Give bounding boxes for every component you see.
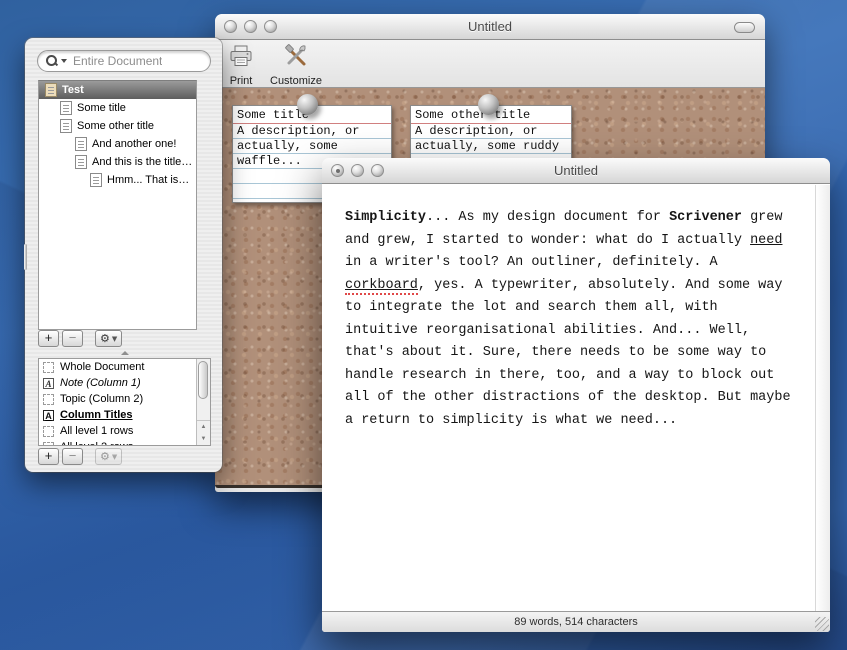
window-title: Untitled [215,19,765,34]
text-line: that's about it. Sure, there needs to be… [345,342,803,365]
styles-scrollbar[interactable]: ▲ ▼ [196,359,210,445]
text-line: a return to simplicity is what we need..… [345,410,803,433]
text-line: and grew, I started to wonder: what do I… [345,230,803,253]
word-count-text: 89 words, 514 characters [514,616,638,628]
style-list-item[interactable]: Topic (Column 2) [39,391,196,407]
style-list-item[interactable]: All level 2 rows [39,439,196,445]
card-line: actually, some [233,139,391,154]
checkbox[interactable] [43,394,54,405]
printer-icon [228,43,254,74]
text-line: to integrate the lot and search them all… [345,297,803,320]
tree-item-label: Hmm... That is… [107,174,189,186]
remove-button[interactable]: − [62,448,83,465]
document-icon [90,173,102,187]
styles-toolbar: + − ⚙ ▼ [38,448,122,465]
document-icon [60,119,72,133]
checkbox[interactable] [43,362,54,373]
window-title: Untitled [322,163,830,178]
checkbox[interactable]: A [43,378,54,389]
styles-list[interactable]: Whole Document A Note (Column 1) Topic (Col… [39,359,196,445]
text-line: Simplicity... As my design document for … [345,207,803,230]
style-list-item[interactable]: All level 1 rows [39,423,196,439]
card-line: A description, or [233,124,391,139]
document-icon [60,101,72,115]
corkboard-titlebar[interactable]: Untitled [215,14,765,40]
gear-icon: ⚙ [100,450,110,463]
style-list-item[interactable]: A Note (Column 1) [39,375,196,391]
tree-item-label: And another one! [92,138,176,150]
desktop-background: Untitled Print [0,0,847,650]
checkbox[interactable]: A [43,410,54,421]
print-label: Print [230,75,253,87]
add-button[interactable]: + [38,448,59,465]
tree-item[interactable]: Some other title [39,117,196,135]
tree-item[interactable]: Test [39,81,196,99]
document-outline-list[interactable]: Test Some title Some other title And anothe… [38,80,197,330]
style-item-label: Note (Column 1) [60,377,141,389]
chevron-down-icon: ▼ [112,453,117,461]
card-line: A description, or [411,124,571,139]
tree-item[interactable]: And another one! [39,135,196,153]
action-menu-button-disabled: ⚙ ▼ [95,448,122,465]
text-line: corkboard, yes. A typewriter, absolutely… [345,275,803,298]
card-line: actually, some ruddy [411,139,571,154]
customize-icon [283,43,309,74]
status-bar: 89 words, 514 characters [322,611,830,632]
search-scope-arrow-icon[interactable] [61,59,67,63]
gear-icon: ⚙ [100,332,110,345]
remove-button[interactable]: − [62,330,83,347]
tree-item[interactable]: Some title [39,99,196,117]
styles-list-box: Whole Document A Note (Column 1) Topic (Col… [38,358,211,446]
scroll-up-arrow[interactable]: ▲ [197,421,210,433]
style-item-label: All level 2 rows [60,441,133,445]
text-line: handle research in there, too, and a way… [345,365,803,388]
customize-label: Customize [270,75,322,87]
checkbox[interactable] [43,442,54,446]
push-pin-icon [297,94,318,115]
scrollbar-thumb[interactable] [198,361,208,399]
splitter-caret-icon[interactable] [121,351,129,355]
outline-toolbar: + − ⚙ ▼ [38,330,122,347]
tree-item-label: Test [62,84,84,96]
customize-button[interactable]: Customize [270,43,322,87]
tree-item-label: Some other title [77,120,154,132]
tree-item-label: Some title [77,102,126,114]
search-input[interactable]: Entire Document [37,50,211,72]
add-button[interactable]: + [38,330,59,347]
editor-text[interactable]: Simplicity... As my design document for … [345,207,803,432]
editor-text-area[interactable]: Simplicity... As my design document for … [322,185,830,611]
text-line: intuitive reorganisational abilities. An… [345,320,803,343]
document-icon [75,155,87,169]
document-icon [45,83,57,97]
style-item-label: All level 1 rows [60,425,133,437]
search-icon [46,55,59,68]
scroll-down-arrow[interactable]: ▼ [197,433,210,445]
toolbar-toggle-button[interactable] [734,22,755,33]
editor-window: Untitled Simplicity... As my design docu… [322,158,830,632]
panel-edge-grip[interactable] [24,244,27,270]
search-scope-text: Entire Document [73,54,162,68]
style-list-item[interactable]: Whole Document [39,359,196,375]
inspector-panel-window: Entire Document Test Some title Some other… [25,38,222,472]
style-list-item[interactable]: A Column Titles [39,407,196,423]
corkboard-toolbar: Print Customize [215,40,765,88]
resize-grip[interactable] [815,617,829,631]
tree-item[interactable]: And this is the title… [39,153,196,171]
text-line: all of the other distractions of the des… [345,387,803,410]
print-button[interactable]: Print [228,43,254,87]
tree-item[interactable]: Hmm... That is… [39,171,196,189]
tree-item-label: And this is the title… [92,156,192,168]
action-menu-button[interactable]: ⚙ ▼ [95,330,122,347]
style-item-label: Column Titles [60,409,133,421]
push-pin-icon [478,94,499,115]
text-line: in a writer's tool? An outliner, definit… [345,252,803,275]
checkbox[interactable] [43,426,54,437]
style-item-label: Topic (Column 2) [60,393,143,405]
style-item-label: Whole Document [60,361,144,373]
editor-titlebar[interactable]: Untitled [322,158,830,184]
editor-scrollbar[interactable] [815,185,830,611]
document-icon [75,137,87,151]
chevron-down-icon: ▼ [112,335,117,343]
